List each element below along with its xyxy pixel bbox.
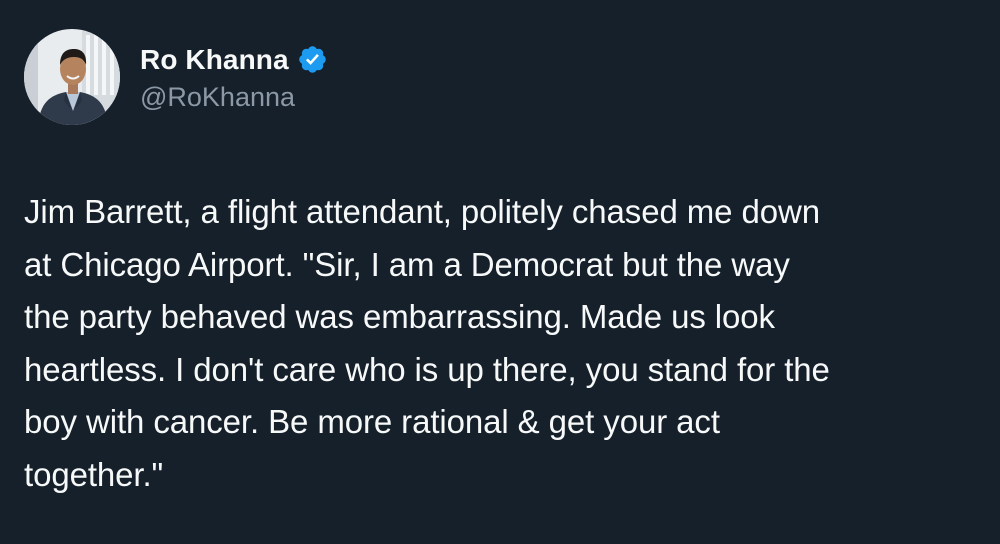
verified-badge-icon[interactable] bbox=[297, 44, 328, 75]
tweet-header: Ro Khanna @RoKhanna bbox=[24, 29, 328, 125]
avatar[interactable] bbox=[24, 29, 120, 125]
author-display-name[interactable]: Ro Khanna bbox=[140, 44, 289, 76]
avatar-photo bbox=[24, 29, 120, 125]
author-handle[interactable]: @RoKhanna bbox=[140, 82, 328, 113]
tweet-text: Jim Barrett, a flight attendant, politel… bbox=[24, 193, 830, 493]
tweet-card: Ro Khanna @RoKhanna Jim Barrett, a fligh… bbox=[0, 0, 1000, 544]
author-identity: Ro Khanna @RoKhanna bbox=[140, 29, 328, 125]
name-row: Ro Khanna bbox=[140, 40, 328, 80]
